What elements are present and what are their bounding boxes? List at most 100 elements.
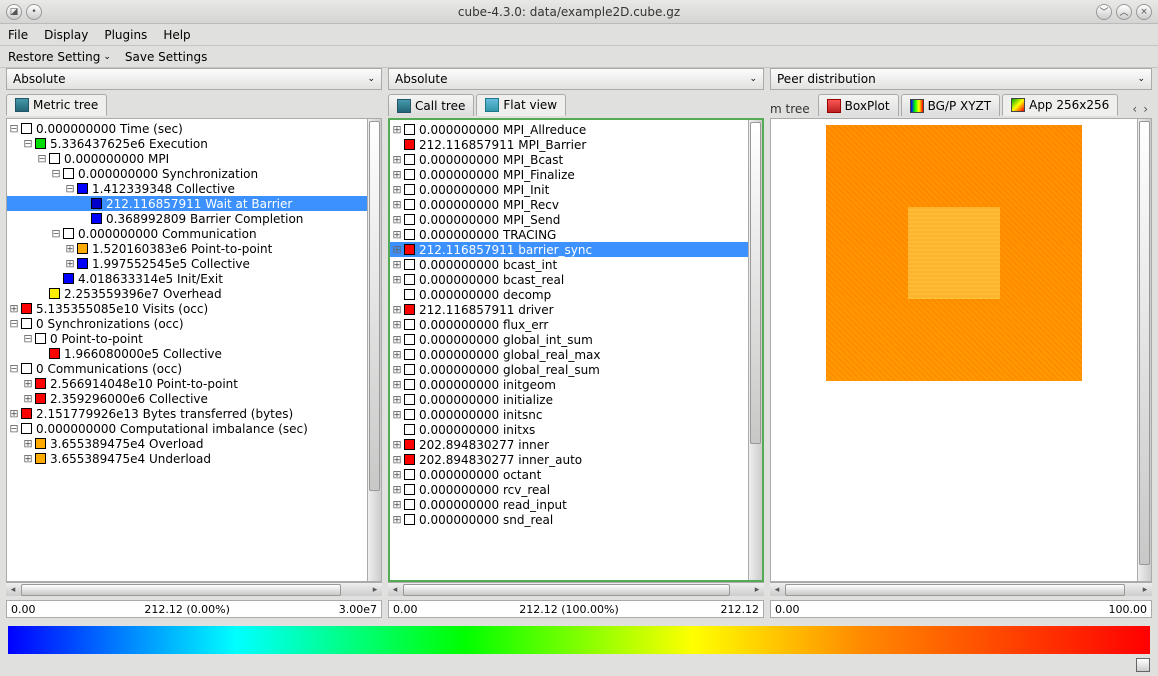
tree-row[interactable]: ⊞0.000000000 TRACING: [390, 227, 748, 242]
expand-icon[interactable]: ⊞: [390, 272, 404, 287]
window-shade-button[interactable]: •: [26, 4, 42, 20]
tree-row[interactable]: ⊞3.655389475e4 Overload: [7, 436, 367, 451]
expand-icon[interactable]: ⊞: [390, 182, 404, 197]
metric-combo[interactable]: Absolute⌄: [6, 68, 382, 90]
tree-row[interactable]: ⊟0.000000000 Communication: [7, 226, 367, 241]
tree-row[interactable]: ⊞0.000000000 MPI_Recv: [390, 197, 748, 212]
scroll-right-icon[interactable]: ▸: [1138, 585, 1152, 595]
close-button[interactable]: ×: [1136, 4, 1152, 20]
metric-tree[interactable]: ⊟0.000000000 Time (sec) ⊟5.336437625e6 E…: [7, 119, 367, 581]
expand-icon[interactable]: ⊞: [390, 197, 404, 212]
collapse-icon[interactable]: ⊟: [21, 331, 35, 346]
collapse-icon[interactable]: ⊟: [35, 151, 49, 166]
tree-row[interactable]: ⊞0.000000000 rcv_real: [390, 482, 748, 497]
maximize-button[interactable]: ︿: [1116, 4, 1132, 20]
expand-icon[interactable]: ⊞: [7, 406, 21, 421]
tree-row[interactable]: ⊞202.894830277 inner_auto: [390, 452, 748, 467]
expand-icon[interactable]: ⊞: [390, 122, 404, 137]
tree-row[interactable]: ⊞0.000000000 initsnc: [390, 407, 748, 422]
expand-icon[interactable]: ⊞: [21, 376, 35, 391]
expand-icon[interactable]: ⊞: [390, 377, 404, 392]
flat-tree[interactable]: ⊞0.000000000 MPI_Allreduce212.116857911 …: [390, 120, 748, 580]
expand-icon[interactable]: ⊞: [390, 227, 404, 242]
tree-row[interactable]: ⊞2.566914048e10 Point-to-point: [7, 376, 367, 391]
tab-boxplot[interactable]: BoxPlot: [818, 94, 899, 116]
expand-icon[interactable]: ⊞: [390, 332, 404, 347]
expand-icon[interactable]: ⊞: [390, 512, 404, 527]
expand-icon[interactable]: ⊞: [21, 451, 35, 466]
expand-icon[interactable]: ⊞: [390, 497, 404, 512]
expand-icon[interactable]: ⊞: [390, 437, 404, 452]
tree-row[interactable]: ⊞0.000000000 global_real_max: [390, 347, 748, 362]
menu-help[interactable]: Help: [163, 28, 190, 42]
expand-icon[interactable]: ⊞: [390, 152, 404, 167]
expand-icon[interactable]: ⊞: [390, 482, 404, 497]
tree-row[interactable]: ⊞0.000000000 MPI_Init: [390, 182, 748, 197]
collapse-icon[interactable]: ⊟: [63, 181, 77, 196]
tree-row[interactable]: ⊟0.000000000 Synchronization: [7, 166, 367, 181]
collapse-icon[interactable]: ⊟: [49, 166, 63, 181]
tree-row[interactable]: ⊞0.000000000 initialize: [390, 392, 748, 407]
tree-row[interactable]: ⊞0.000000000 global_real_sum: [390, 362, 748, 377]
hscrollbar[interactable]: ◂ ▸: [770, 582, 1152, 596]
collapse-icon[interactable]: ⊟: [7, 421, 21, 436]
tree-row[interactable]: ⊞0.000000000 read_input: [390, 497, 748, 512]
scroll-left-icon[interactable]: ◂: [388, 585, 402, 595]
hscrollbar[interactable]: ◂ ▸: [6, 582, 382, 596]
collapse-icon[interactable]: ⊟: [7, 121, 21, 136]
expand-icon[interactable]: ⊞: [390, 167, 404, 182]
expand-icon[interactable]: ⊞: [390, 452, 404, 467]
tree-row[interactable]: ⊞0.000000000 initgeom: [390, 377, 748, 392]
window-menu-button[interactable]: ◪: [6, 4, 22, 20]
tree-row[interactable]: ⊟0.000000000 Time (sec): [7, 121, 367, 136]
tree-row[interactable]: ⊞0.000000000 MPI_Finalize: [390, 167, 748, 182]
tree-row[interactable]: 212.116857911 Wait at Barrier: [7, 196, 367, 211]
tree-row[interactable]: ⊞1.997552545e5 Collective: [7, 256, 367, 271]
expand-icon[interactable]: ⊞: [390, 317, 404, 332]
tree-row[interactable]: ⊞0.000000000 octant: [390, 467, 748, 482]
tree-row[interactable]: ⊞5.135355085e10 Visits (occ): [7, 301, 367, 316]
tab-flat-view[interactable]: Flat view: [476, 94, 566, 116]
expand-icon[interactable]: ⊞: [21, 391, 35, 406]
expand-icon[interactable]: ⊞: [390, 257, 404, 272]
tab-metric-tree[interactable]: Metric tree: [6, 94, 107, 116]
vscrollbar[interactable]: [1137, 119, 1151, 581]
tree-row[interactable]: ⊞212.116857911 driver: [390, 302, 748, 317]
scroll-left-icon[interactable]: ◂: [6, 585, 20, 595]
heatmap[interactable]: [826, 125, 1082, 381]
tree-row[interactable]: ⊞0.000000000 flux_err: [390, 317, 748, 332]
save-settings-button[interactable]: Save Settings: [125, 50, 208, 64]
tree-row[interactable]: 212.116857911 MPI_Barrier: [390, 137, 748, 152]
tree-row[interactable]: 0.000000000 decomp: [390, 287, 748, 302]
tree-row[interactable]: ⊞202.894830277 inner: [390, 437, 748, 452]
tree-row[interactable]: ⊞0.000000000 global_int_sum: [390, 332, 748, 347]
system-combo[interactable]: Peer distribution⌄: [770, 68, 1152, 90]
collapse-icon[interactable]: ⊟: [7, 361, 21, 376]
tree-row[interactable]: ⊞0.000000000 bcast_int: [390, 257, 748, 272]
tab-call-tree[interactable]: Call tree: [388, 94, 474, 116]
minimize-button[interactable]: ﹀: [1096, 4, 1112, 20]
tree-row[interactable]: ⊟0 Communications (occ): [7, 361, 367, 376]
tabs-scroll-left[interactable]: ‹: [1132, 102, 1137, 116]
vscrollbar[interactable]: [367, 119, 381, 581]
tree-row[interactable]: ⊞212.116857911 barrier_sync: [390, 242, 748, 257]
tab-app-256x256[interactable]: App 256x256: [1002, 94, 1118, 116]
tree-row[interactable]: ⊞0.000000000 MPI_Bcast: [390, 152, 748, 167]
hscrollbar[interactable]: ◂ ▸: [388, 582, 764, 596]
tree-row[interactable]: ⊞0.000000000 snd_real: [390, 512, 748, 527]
tab-clipped[interactable]: m tree: [770, 102, 816, 116]
tree-row[interactable]: 4.018633314e5 Init/Exit: [7, 271, 367, 286]
restore-setting-button[interactable]: Restore Setting⌄: [8, 50, 111, 64]
collapse-icon[interactable]: ⊟: [49, 226, 63, 241]
expand-icon[interactable]: ⊞: [390, 467, 404, 482]
expand-icon[interactable]: ⊞: [390, 407, 404, 422]
scroll-right-icon[interactable]: ▸: [750, 585, 764, 595]
tree-row[interactable]: 0.368992809 Barrier Completion: [7, 211, 367, 226]
expand-icon[interactable]: ⊞: [390, 242, 404, 257]
tree-row[interactable]: 1.966080000e5 Collective: [7, 346, 367, 361]
tree-row[interactable]: ⊞1.520160383e6 Point-to-point: [7, 241, 367, 256]
expand-icon[interactable]: ⊞: [63, 241, 77, 256]
scroll-left-icon[interactable]: ◂: [770, 585, 784, 595]
resize-grip-icon[interactable]: [1136, 658, 1150, 672]
tree-row[interactable]: ⊟0 Point-to-point: [7, 331, 367, 346]
